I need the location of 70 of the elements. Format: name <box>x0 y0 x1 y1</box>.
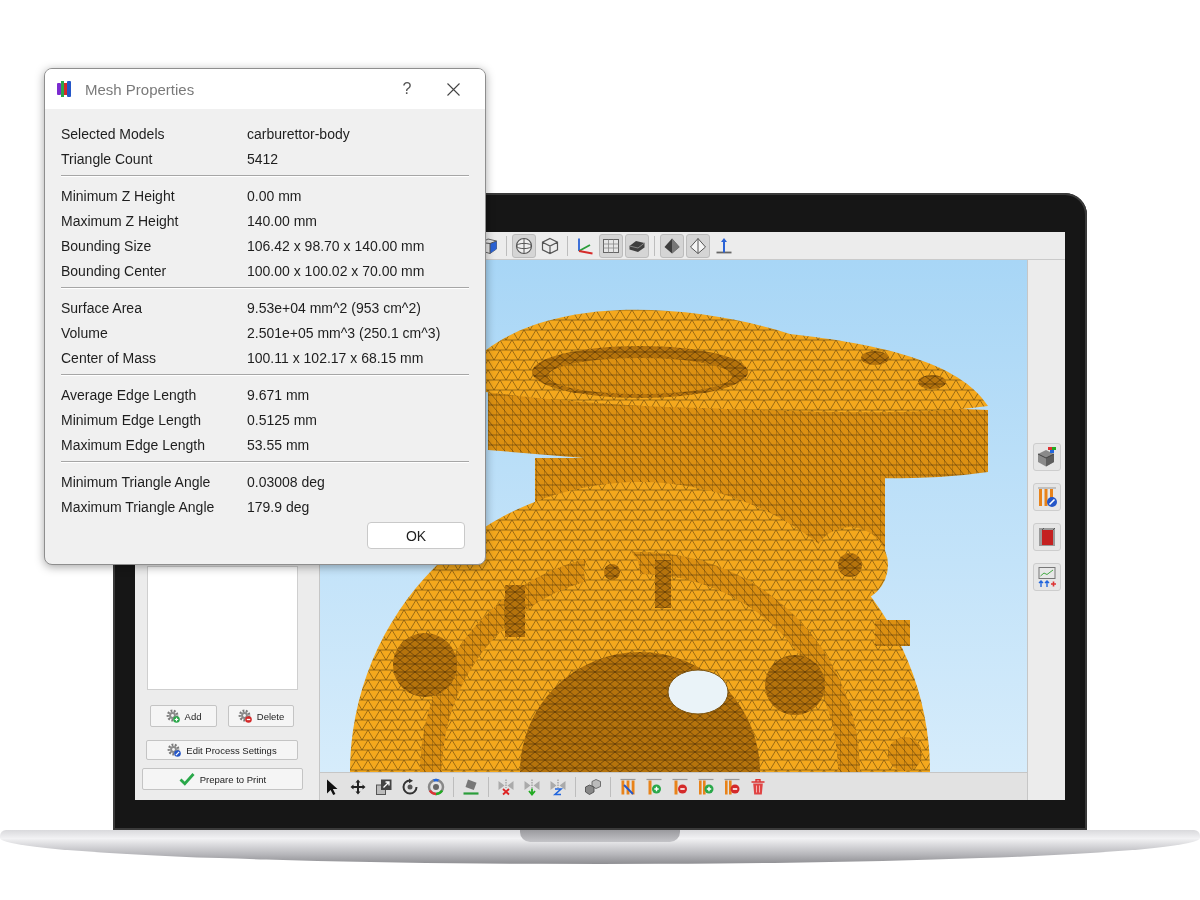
property-value: 100.00 x 100.02 x 70.00 mm <box>247 262 425 279</box>
bars-minus-icon <box>723 777 741 796</box>
property-label: Minimum Edge Length <box>61 411 203 428</box>
prepare-to-print-button[interactable]: Prepare to Print <box>142 768 303 790</box>
property-value: 2.501e+05 mm^3 (250.1 cm^3) <box>247 324 441 341</box>
trash-icon <box>749 777 767 796</box>
property-value: 106.42 x 98.70 x 140.00 mm <box>247 237 425 254</box>
dialog-title: Mesh Properties <box>85 80 195 98</box>
property-label: Average Edge Length <box>61 386 198 403</box>
gear-plus-icon <box>165 709 180 723</box>
gear-minus-icon <box>237 709 252 723</box>
property-label: Minimum Triangle Angle <box>61 473 212 490</box>
property-value: 0.03008 deg <box>247 473 325 490</box>
property-value: 9.671 mm <box>247 386 310 403</box>
property-value: 9.53e+04 mm^2 (953 cm^2) <box>247 299 421 316</box>
chart-arrows-icon <box>1035 566 1058 588</box>
property-label: Center of Mass <box>61 349 157 366</box>
property-label: Surface Area <box>61 299 143 316</box>
property-label: Maximum Triangle Angle <box>61 498 216 515</box>
bucket-icon <box>462 777 480 796</box>
bar-plus-icon <box>645 777 663 796</box>
logo-icon <box>57 81 71 97</box>
flip-x-icon <box>497 777 515 796</box>
toolbar-button[interactable] <box>660 233 684 258</box>
property-value: 100.11 x 102.17 x 68.15 mm <box>247 349 424 366</box>
toolbar-button[interactable] <box>1032 443 1061 471</box>
flip-z-icon <box>549 777 567 796</box>
striped-bars-icon <box>619 777 637 796</box>
gizmo-icon <box>427 777 445 796</box>
cubes-icon <box>584 777 602 796</box>
property-label: Selected Models <box>61 125 166 142</box>
toolbar-button[interactable] <box>625 233 649 258</box>
add-button[interactable]: Add <box>150 705 217 727</box>
property-label: Bounding Center <box>61 262 168 279</box>
bars-pencil-icon <box>1035 486 1058 508</box>
flip-y-icon <box>523 777 541 796</box>
property-value: 5412 <box>247 150 279 167</box>
delete-button[interactable]: Delete <box>228 705 294 727</box>
grid-box-icon <box>602 236 620 255</box>
cube-tags-icon <box>1035 446 1058 468</box>
help-button[interactable]: ? <box>384 69 430 109</box>
bar-minus-icon <box>671 777 689 796</box>
cube-icon <box>541 236 559 255</box>
rotate-icon <box>401 777 419 796</box>
z-axis-icon <box>715 236 733 255</box>
axes-icon <box>576 236 594 255</box>
toolbar-button[interactable] <box>512 233 536 258</box>
sphere-icon <box>515 236 533 255</box>
property-label: Bounding Size <box>61 237 153 254</box>
property-value: 0.5125 mm <box>247 411 318 428</box>
property-label: Volume <box>61 324 109 341</box>
ok-button[interactable]: OK <box>367 522 465 549</box>
property-label: Maximum Edge Length <box>61 436 206 453</box>
property-value: 140.00 mm <box>247 212 318 229</box>
property-label: Triangle Count <box>61 150 154 167</box>
property-value: 0.00 mm <box>247 187 302 204</box>
pyramid-icon <box>663 236 681 255</box>
move-icon <box>349 777 367 796</box>
edit-process-settings-button[interactable]: Edit Process Settings <box>146 740 298 760</box>
checkmark-icon <box>178 772 195 786</box>
property-label: Minimum Z Height <box>61 187 176 204</box>
property-value: 179.9 deg <box>247 498 310 515</box>
property-label: Maximum Z Height <box>61 212 180 229</box>
property-value: carburettor-body <box>247 125 350 142</box>
close-icon <box>446 82 460 96</box>
gear-pencil-icon <box>167 743 182 757</box>
property-value: 53.55 mm <box>247 436 310 453</box>
pyramid-outline-icon <box>689 236 707 255</box>
bars-plus-icon <box>697 777 715 796</box>
scale-icon <box>375 777 393 796</box>
